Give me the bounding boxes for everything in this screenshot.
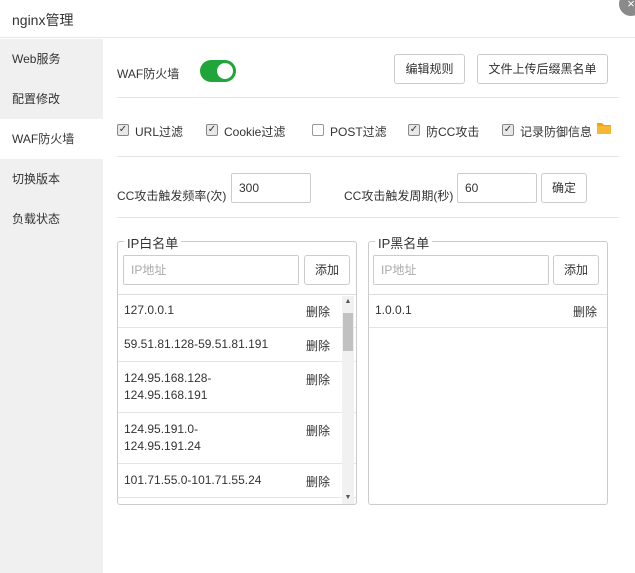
- scroll-down-icon[interactable]: ▼: [342, 492, 354, 504]
- blacklist-ip-input[interactable]: IP地址: [373, 255, 549, 285]
- cookie-filter-label: Cookie过滤: [224, 125, 286, 139]
- ip-entry: 124.95.168.128- 124.95.168.191: [124, 371, 212, 402]
- window-title: nginx管理: [0, 0, 635, 38]
- ip-blacklist-panel: IP黑名单 IP地址 添加 1.0.0.1 删除: [368, 233, 608, 505]
- main-panel: WAF防火墙 编辑规则 文件上传后缀黑名单 ✓ URL过滤 ✓ Cookie过滤 P…: [103, 39, 635, 573]
- blacklist-add-button[interactable]: 添加: [553, 255, 599, 285]
- whitelist-add-button[interactable]: 添加: [304, 255, 350, 285]
- blacklist-list: 1.0.0.1 删除: [369, 294, 607, 504]
- cc-frequency-input[interactable]: 300: [231, 173, 311, 203]
- checkbox-icon: ✓: [117, 124, 129, 136]
- whitelist-list: 127.0.0.1 删除 59.51.81.128-59.51.81.191 删除 12…: [118, 294, 356, 504]
- blacklist-title: IP黑名单: [375, 233, 433, 252]
- checkbox-icon: ✓: [206, 124, 218, 136]
- divider: [117, 97, 619, 98]
- scroll-up-icon[interactable]: ▲: [342, 296, 354, 308]
- ip-whitelist-panel: IP白名单 IP地址 添加 127.0.0.1 删除 59.51.81.128-59…: [117, 233, 357, 505]
- toggle-knob: [217, 63, 233, 79]
- ip-entry: 127.0.0.1: [124, 303, 175, 317]
- divider: [117, 217, 619, 218]
- delete-button[interactable]: 删除: [306, 303, 330, 320]
- edit-rules-button[interactable]: 编辑规则: [394, 54, 465, 84]
- list-item: 59.51.81.128-59.51.81.191 删除: [118, 328, 356, 362]
- checkbox-icon: ✓: [502, 124, 514, 136]
- list-item: 124.95.191.0-124.95.191.24 删除: [118, 413, 356, 464]
- ip-entry: 124.95.191.0-124.95.191.24: [124, 422, 201, 453]
- log-defense-label: 记录防御信息: [520, 125, 593, 139]
- cc-frequency-label: CC攻击触发频率(次): [117, 189, 227, 203]
- sidebar-item-switch-version[interactable]: 切换版本: [0, 159, 103, 199]
- url-filter-label: URL过滤: [135, 125, 184, 139]
- delete-button[interactable]: 删除: [306, 473, 330, 490]
- checkbox-icon: [312, 124, 324, 136]
- sidebar-item-waf[interactable]: WAF防火墙: [0, 119, 103, 159]
- delete-button[interactable]: 删除: [306, 422, 330, 439]
- whitelist-title: IP白名单: [124, 233, 182, 252]
- waf-toggle-label: WAF防火墙: [117, 67, 180, 81]
- ip-entry: 101.71.55.0-101.71.55.24: [124, 473, 262, 487]
- sidebar-item-load-status[interactable]: 负载状态: [0, 199, 103, 239]
- waf-toggle-switch[interactable]: [200, 60, 236, 82]
- close-icon: ×: [627, 0, 635, 11]
- list-item: 101.71.55.0-101.71.55.24 删除: [118, 464, 356, 498]
- cc-period-label: CC攻击触发周期(秒): [344, 189, 454, 203]
- upload-suffix-blacklist-button[interactable]: 文件上传后缀黑名单: [477, 54, 608, 84]
- whitelist-ip-input[interactable]: IP地址: [123, 255, 299, 285]
- ip-entry: 1.0.0.1: [375, 303, 412, 317]
- sidebar-item-web-service[interactable]: Web服务: [0, 39, 103, 79]
- checkbox-icon: ✓: [408, 124, 420, 136]
- cc-defense-label: 防CC攻击: [426, 125, 480, 139]
- ip-entry: 59.51.81.128-59.51.81.191: [124, 337, 269, 351]
- post-filter-label: POST过滤: [330, 125, 387, 139]
- confirm-button[interactable]: 确定: [541, 173, 587, 203]
- divider: [117, 156, 619, 157]
- list-item: 124.95.168.128- 124.95.168.191 删除: [118, 362, 356, 413]
- window-title-text: nginx管理: [12, 12, 74, 28]
- scroll-thumb[interactable]: [343, 313, 353, 351]
- delete-button[interactable]: 删除: [306, 337, 330, 354]
- delete-button[interactable]: 删除: [573, 303, 597, 320]
- sidebar-item-config-edit[interactable]: 配置修改: [0, 79, 103, 119]
- delete-button[interactable]: 删除: [306, 371, 330, 388]
- list-item: 1.0.0.1 删除: [369, 294, 607, 328]
- cc-period-input[interactable]: 60: [457, 173, 537, 203]
- list-item: 183.232.51.0-183.232.51.24删除: [118, 498, 356, 504]
- folder-icon[interactable]: [596, 121, 612, 135]
- list-item: 127.0.0.1 删除: [118, 294, 356, 328]
- whitelist-scrollbar[interactable]: ▲ ▼: [342, 296, 354, 504]
- sidebar: Web服务 配置修改 WAF防火墙 切换版本 负载状态: [0, 39, 103, 573]
